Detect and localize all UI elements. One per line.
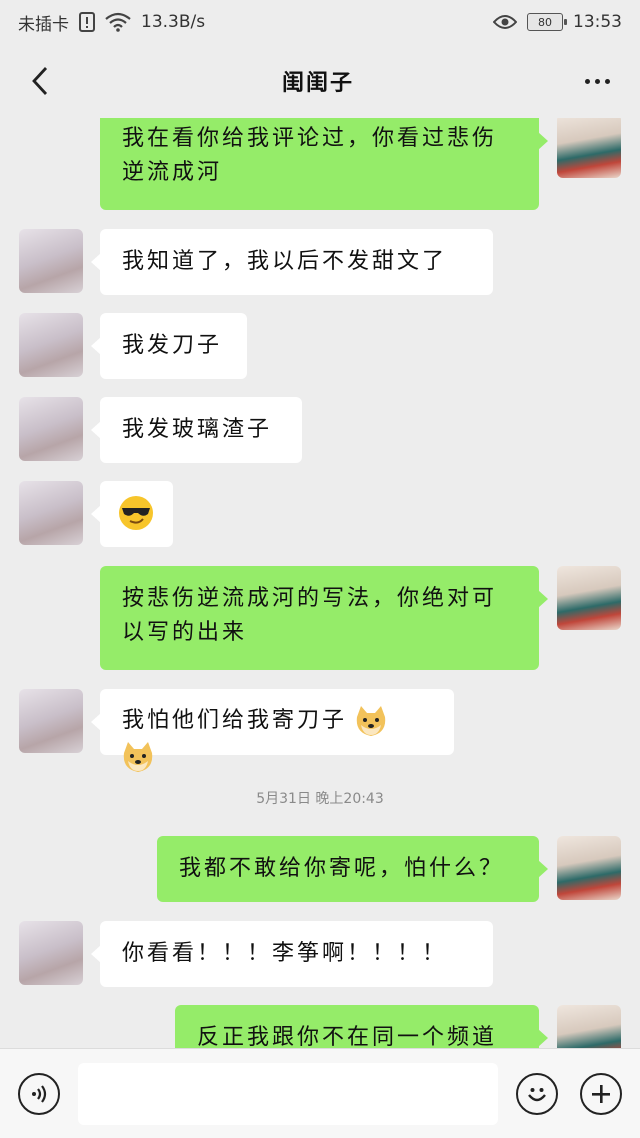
carrier-label: 未插卡 — [18, 14, 69, 35]
message-text: 我发玻璃渣子 — [122, 417, 273, 442]
friend-message-bubble[interactable] — [91, 481, 173, 547]
more-dot-icon — [585, 78, 591, 84]
my-avatar[interactable] — [557, 1005, 621, 1048]
battery-indicator: 80 — [527, 13, 567, 31]
message-text: 我怕他们给我寄刀子 — [122, 708, 348, 733]
sim-alert-icon — [79, 12, 95, 32]
friend-avatar[interactable] — [19, 397, 83, 461]
message-text-line: 按悲伤逆流成河的写法，你绝对可 — [122, 586, 498, 611]
my-message-bubble[interactable]: 我在看你给我评论过，你看过悲伤 逆流成河 — [100, 118, 548, 210]
message-input[interactable] — [78, 1063, 498, 1125]
plus-icon — [592, 1085, 610, 1103]
friend-avatar[interactable] — [19, 481, 83, 545]
chat-header: 闺闺子 — [0, 44, 640, 118]
wifi-icon — [105, 12, 131, 32]
eye-icon — [493, 14, 517, 30]
my-message-bubble[interactable]: 按悲伤逆流成河的写法，你绝对可 以写的出来 — [100, 566, 548, 670]
voice-button[interactable] — [18, 1073, 60, 1115]
my-avatar[interactable] — [557, 118, 621, 178]
message-text-line: 逆流成河 — [122, 160, 223, 185]
friend-avatar[interactable] — [19, 313, 83, 377]
voice-icon — [32, 1085, 47, 1103]
message-text-line: 以写的出来 — [122, 620, 248, 645]
more-dot-icon — [605, 78, 611, 84]
friend-message-bubble[interactable]: 我怕他们给我寄刀子 — [91, 689, 454, 772]
emoji-button[interactable] — [516, 1073, 558, 1115]
doge-emoji — [356, 706, 386, 736]
network-speed: 13.3B/s — [141, 12, 206, 32]
status-bar: 未插卡 13.3B/s 80 13:53 — [0, 0, 640, 44]
back-button[interactable] — [22, 63, 58, 99]
message-text-line: 我在看你给我评论过，你看过悲伤 — [122, 126, 498, 151]
friend-message-bubble[interactable]: 我发刀子 — [91, 313, 247, 379]
message-list[interactable]: 我在看你给我评论过，你看过悲伤 逆流成河 我知道了，我以后不发甜文了 我发刀子 … — [0, 118, 640, 1048]
my-avatar[interactable] — [557, 566, 621, 630]
message-text: 我发刀子 — [122, 333, 223, 358]
doge-emoji — [123, 742, 153, 772]
friend-avatar[interactable] — [19, 921, 83, 985]
message-text: 反正我跟你不在同一个频道 — [197, 1025, 498, 1048]
message-text: 你看看！！！李筝啊！！！！ — [122, 941, 448, 966]
sunglasses-emoji — [119, 496, 153, 530]
friend-avatar[interactable] — [19, 689, 83, 753]
message-timestamp: 5月31日 晚上20:43 — [256, 791, 384, 807]
chat-title: 闺闺子 — [281, 71, 354, 96]
friend-message-bubble[interactable]: 我发玻璃渣子 — [91, 397, 302, 463]
my-message-bubble[interactable]: 我都不敢给你寄呢，怕什么？ — [157, 836, 548, 902]
more-options-button[interactable] — [578, 63, 618, 99]
chevron-left-icon — [32, 67, 48, 95]
plus-button[interactable] — [580, 1073, 622, 1115]
my-avatar[interactable] — [557, 836, 621, 900]
emoji-icon — [528, 1088, 546, 1102]
input-bar — [0, 1048, 640, 1138]
friend-message-bubble[interactable]: 我知道了，我以后不发甜文了 — [91, 229, 493, 295]
message-text: 我知道了，我以后不发甜文了 — [122, 249, 448, 274]
clock: 13:53 — [573, 12, 622, 32]
more-dot-icon — [595, 78, 601, 84]
my-message-bubble[interactable]: 反正我跟你不在同一个频道 — [175, 1005, 548, 1048]
friend-message-bubble[interactable]: 你看看！！！李筝啊！！！！ — [91, 921, 493, 987]
friend-avatar[interactable] — [19, 229, 83, 293]
message-text: 我都不敢给你寄呢，怕什么？ — [179, 856, 505, 881]
